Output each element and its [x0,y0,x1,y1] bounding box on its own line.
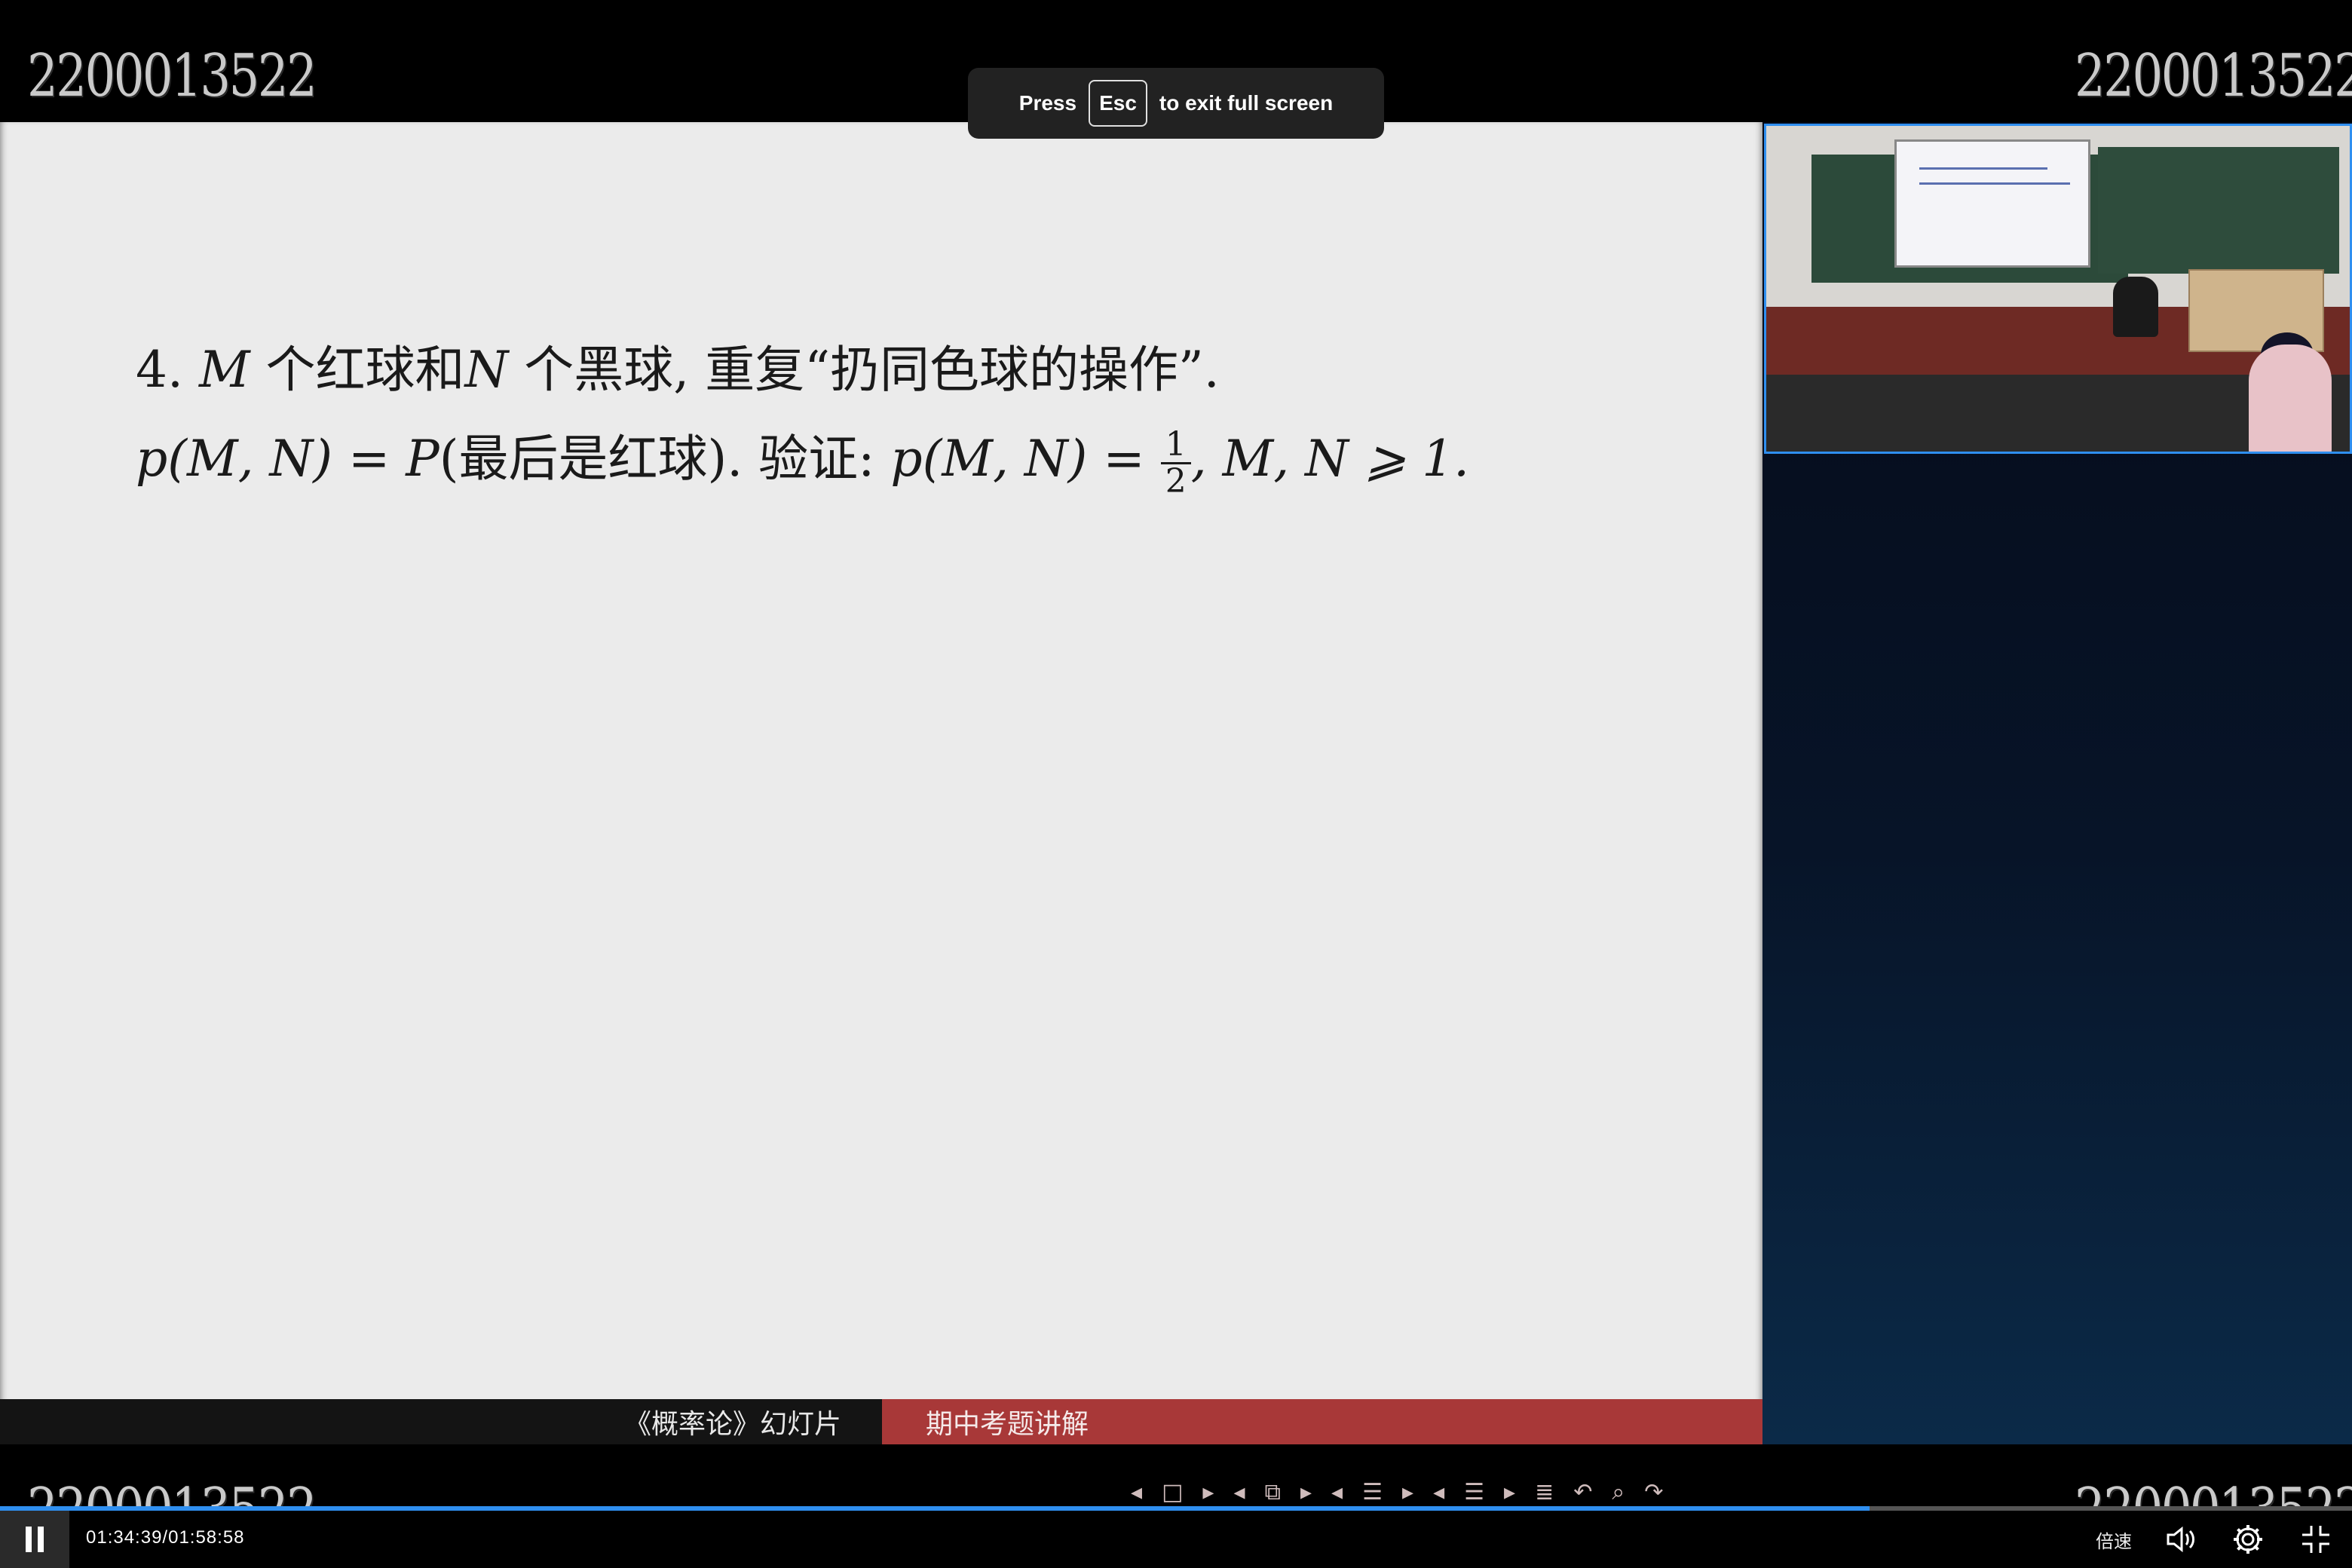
slide-footer-title: 《概率论》幻灯片 [0,1399,882,1444]
problem-number: 4. [136,341,199,399]
text-red-balls: 个红球和 [250,341,465,399]
gear-icon[interactable] [2228,1520,2268,1559]
exit-fullscreen-icon[interactable] [2296,1520,2335,1559]
text-black-balls: 个黑球, 重复“扔同色球的操作”. [508,341,1220,399]
nav-doc-prev-icon[interactable]: ◂ [1433,1479,1444,1505]
text-verify: (最后是红球). 验证: [439,430,891,488]
blackboard-right [2098,147,2339,274]
student [2249,345,2332,452]
watermark-top-right: 2200013522 [2075,42,2352,110]
playback-time: 01:34:39/01:58:58 [86,1527,245,1548]
slide-problem-text: 4. M 个红球和N 个黑球, 重复“扔同色球的操作”. p(M, N) = P… [136,326,1469,504]
fraction-numerator: 1 [1160,427,1191,464]
chair [2113,277,2158,337]
toast-suffix: to exit full screen [1159,91,1334,115]
pause-icon [26,1527,32,1552]
fullscreen-toast: Press Esc to exit full screen [968,68,1384,139]
player-controls: 01:34:39/01:58:58 倍速 [0,1511,2352,1568]
nav-subsection-next-icon[interactable]: ▸ [1300,1479,1312,1505]
pause-icon-bar [38,1527,44,1552]
nav-back-icon[interactable]: ↶ [1573,1479,1592,1505]
nav-forward-icon[interactable]: ↷ [1644,1479,1663,1505]
nav-search-icon[interactable]: ⌕ [1612,1479,1625,1505]
screen-text-line [1919,182,2070,185]
classroom-camera-view[interactable] [1764,124,2352,454]
pause-button[interactable] [0,1511,69,1568]
toast-prefix: Press [1018,91,1077,115]
nav-section-next-icon[interactable]: ▸ [1402,1479,1413,1505]
beamer-navigation: ◂ □ ▸ ◂ ⧉ ▸ ◂ ☰ ▸ ◂ ☰ ▸ ≣ ↶ ⌕ ↷ [1131,1479,1663,1505]
fraction-one-half: 12 [1160,427,1191,501]
slide-footer-section: 期中考题讲解 [882,1399,1762,1444]
nav-doc-next-icon[interactable]: ▸ [1504,1479,1515,1505]
projector-screen [1894,139,2090,268]
slide-area: 4. M 个红球和N 个黑球, 重复“扔同色球的操作”. p(M, N) = P… [0,122,1762,1505]
math-N: N [464,341,509,399]
watermark-top-left: 2200013522 [27,42,317,110]
nav-subsection-prev-icon[interactable]: ◂ [1233,1479,1245,1505]
nav-toc-icon[interactable]: ≣ [1535,1479,1554,1505]
fraction-denominator: 2 [1165,461,1187,501]
nav-doc-icon[interactable]: ☰ [1464,1479,1484,1505]
nav-frame-next-icon[interactable]: ▸ [1202,1479,1214,1505]
nav-section-prev-icon[interactable]: ◂ [1331,1479,1343,1505]
math-M: M [198,341,250,399]
speed-button[interactable]: 倍速 [2096,1527,2132,1553]
screen-text-line [1919,167,2047,170]
nav-frame-prev-icon[interactable]: ◂ [1131,1479,1142,1505]
nav-frame-icon[interactable]: □ [1162,1479,1183,1505]
slide-line-2: p(M, N) = P(最后是红球). 验证: p(M, N) = 12, M,… [136,415,1469,504]
player-right-controls: 倍速 [2096,1520,2335,1559]
math-condition: , M, N ⩾ 1. [1190,430,1470,488]
nav-section-icon[interactable]: ☰ [1362,1479,1383,1505]
slide-line-1: 4. M 个红球和N 个黑球, 重复“扔同色球的操作”. [136,326,1469,415]
math-definition: p(M, N) = P [136,430,439,488]
math-equation: p(M, N) = [890,430,1161,488]
volume-icon[interactable] [2161,1520,2200,1559]
esc-key: Esc [1089,80,1147,127]
nav-subsection-icon[interactable]: ⧉ [1265,1479,1281,1505]
